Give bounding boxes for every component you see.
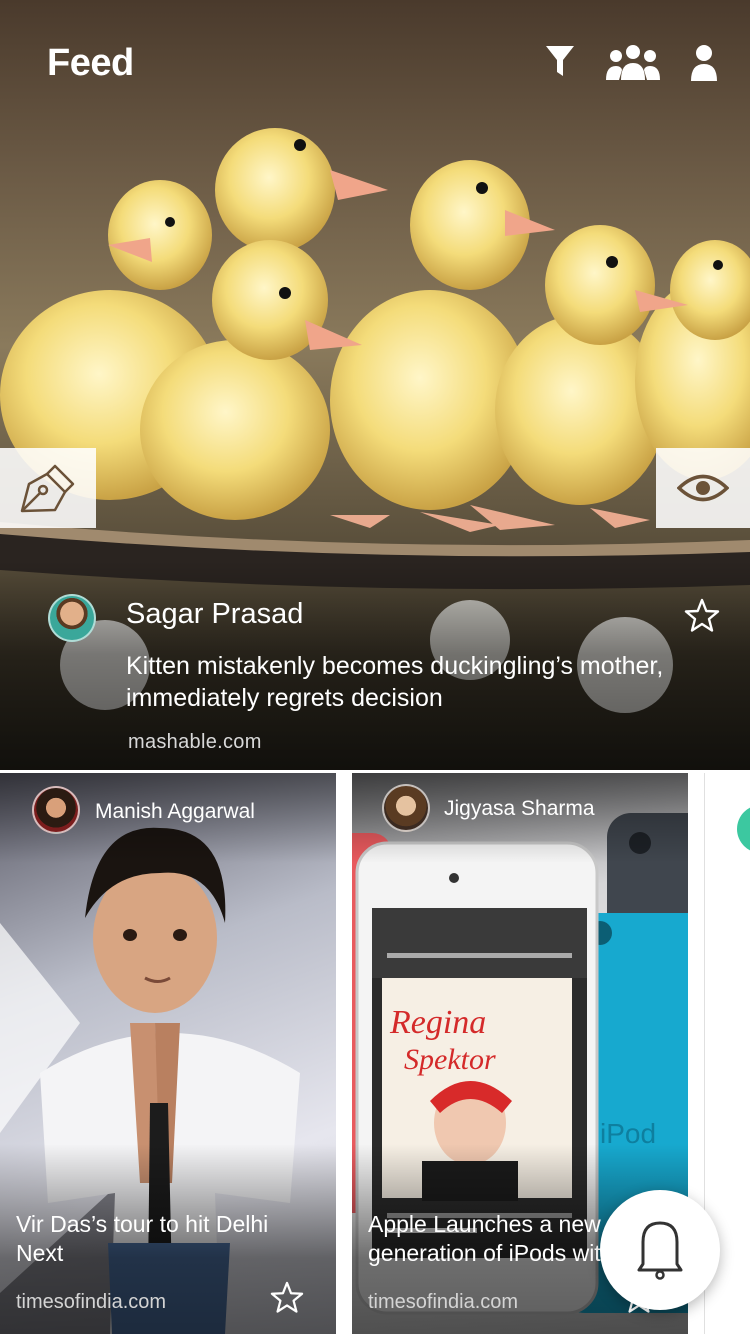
hero-source[interactable]: mashable.com (128, 731, 262, 754)
avatar[interactable] (382, 784, 430, 832)
card-title[interactable]: Vir Das’s tour to hit Delhi Next (16, 1210, 306, 1268)
hero-author-name[interactable]: Sagar Prasad (126, 598, 303, 631)
star-icon[interactable] (270, 1281, 304, 1318)
compose-button[interactable] (0, 448, 96, 528)
filter-icon[interactable] (545, 44, 575, 80)
star-icon[interactable] (684, 598, 720, 637)
profile-icon[interactable] (690, 44, 718, 82)
hero-headline[interactable]: Kitten mistakenly becomes duckingling’s … (126, 650, 726, 714)
feed-card[interactable]: Manish Aggarwal Vir Das’s tour to hit De… (0, 773, 336, 1334)
avatar[interactable] (48, 594, 96, 642)
svg-text:Regina: Regina (389, 1004, 486, 1041)
avatar[interactable] (32, 786, 80, 834)
svg-text:Spektor: Spektor (404, 1043, 496, 1076)
view-button[interactable] (656, 448, 750, 528)
hero-card[interactable]: Feed Sagar Prasad Kitten mistakenly beco… (0, 0, 750, 770)
card-source[interactable]: timesofindia.com (368, 1291, 518, 1314)
eye-icon (677, 474, 729, 502)
top-bar: Feed (0, 0, 750, 130)
card-author-name[interactable]: Jigyasa Sharma (444, 797, 595, 821)
bell-icon (637, 1221, 683, 1280)
notifications-button[interactable] (600, 1190, 720, 1310)
pen-icon (20, 464, 75, 513)
avatar (737, 805, 750, 853)
group-icon[interactable] (606, 44, 660, 82)
card-author-name[interactable]: Manish Aggarwal (95, 800, 255, 824)
card-source[interactable]: timesofindia.com (16, 1291, 166, 1314)
page-title: Feed (47, 42, 134, 84)
